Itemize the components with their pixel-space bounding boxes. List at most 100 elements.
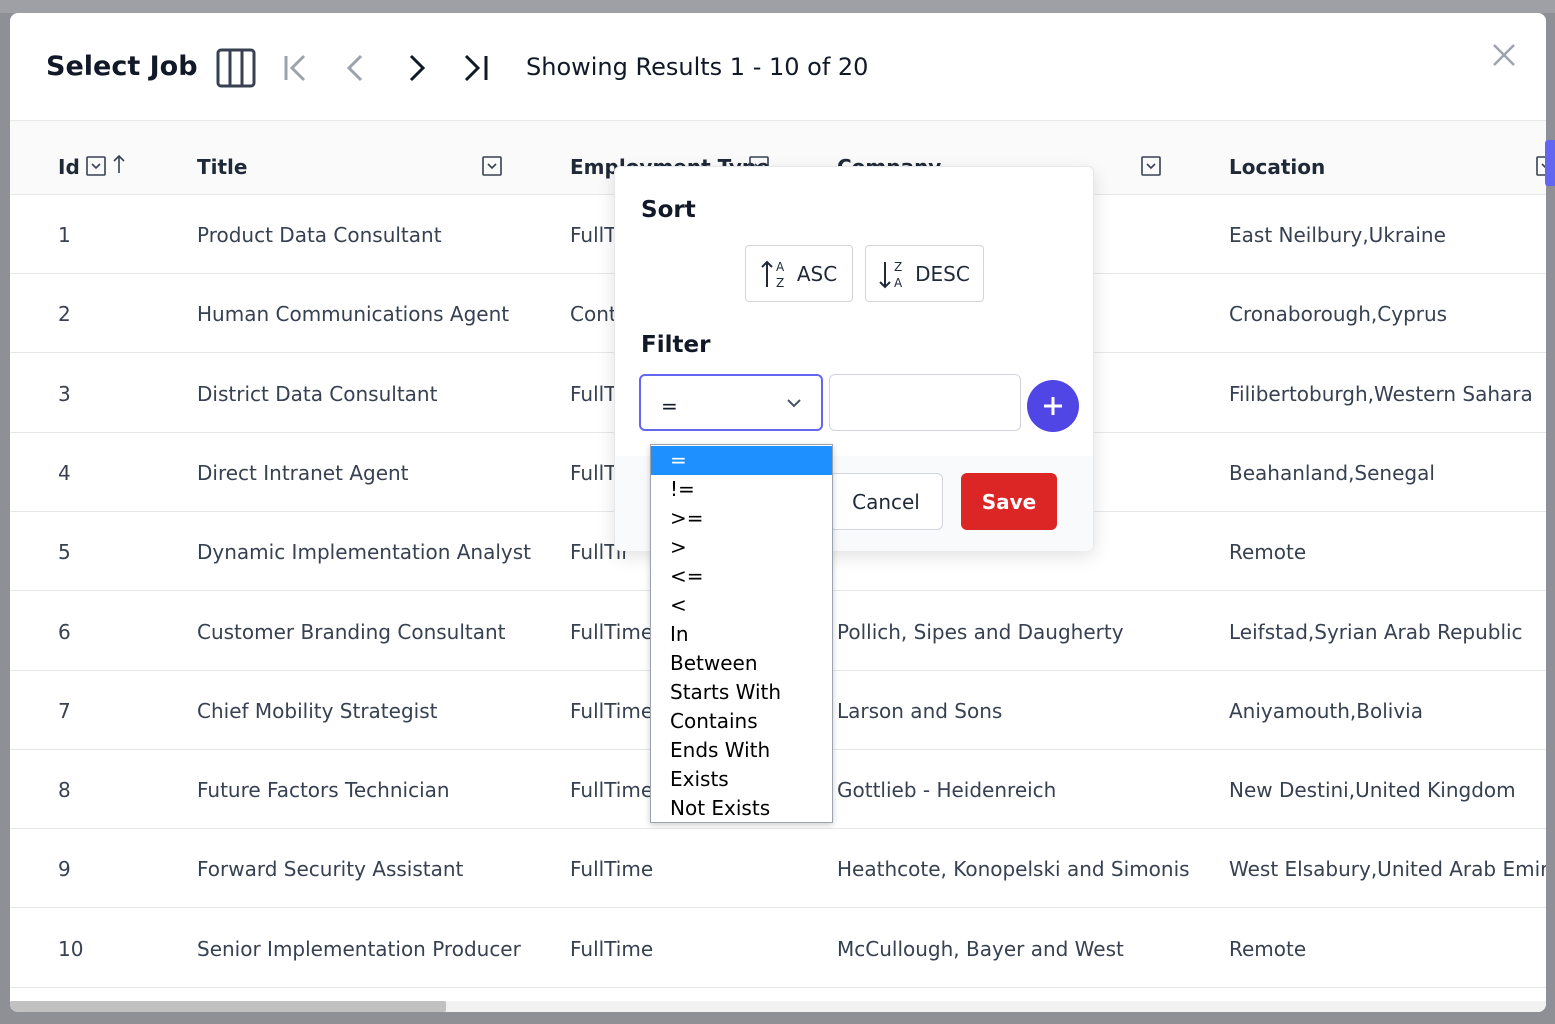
sort-up-arrow-icon[interactable] <box>112 153 126 175</box>
cell-title: Dynamic Implementation Analyst <box>197 540 531 565</box>
horizontal-scrollbar-thumb[interactable] <box>10 1001 446 1012</box>
cell-location: West Elsabury,United Arab Emirate <box>1229 857 1546 882</box>
cell-title: Human Communications Agent <box>197 302 510 327</box>
svg-text:Z: Z <box>776 276 784 290</box>
cell-id: 1 <box>58 223 71 247</box>
cancel-button[interactable]: Cancel <box>829 473 943 530</box>
cell-company: Larson and Sons <box>837 698 1003 723</box>
table-row[interactable]: 9 Forward Security Assistant FullTime Heath… <box>10 829 1546 909</box>
cell-title: Product Data Consultant <box>197 223 442 247</box>
operator-option[interactable]: Contains <box>651 707 832 736</box>
cell-id: 6 <box>58 619 71 644</box>
cell-location: Remote <box>1229 936 1307 961</box>
filter-dropdown-icon[interactable] <box>86 156 106 176</box>
sort-asc-icon: A Z <box>761 260 785 290</box>
results-count: Showing Results 1 - 10 of 20 <box>526 53 869 81</box>
cell-company: McCullough, Bayer and West <box>837 936 1124 961</box>
sort-desc-icon: Z A <box>879 260 903 290</box>
chevron-right-icon <box>409 54 426 82</box>
cell-employment-type: FullTime <box>570 698 654 723</box>
sort-label: Sort <box>641 197 696 223</box>
add-filter-button[interactable] <box>1027 380 1079 432</box>
cell-id: 3 <box>58 381 71 406</box>
sort-asc-button[interactable]: A Z ASC <box>745 245 853 302</box>
cell-title: Forward Security Assistant <box>197 857 464 882</box>
cell-id: 5 <box>58 540 71 565</box>
cell-location: Beahanland,Senegal <box>1229 460 1435 485</box>
cell-company: Heathcote, Konopelski and Simonis <box>837 857 1190 882</box>
cell-id: 9 <box>58 857 71 882</box>
filter-value-input[interactable] <box>829 374 1021 431</box>
operator-option[interactable]: Between <box>651 649 832 678</box>
prev-page-button[interactable] <box>334 47 378 89</box>
cell-title: Chief Mobility Strategist <box>197 698 438 723</box>
cell-location: Filibertoburgh,Western Sahara <box>1229 381 1533 406</box>
chevron-left-icon <box>346 54 363 82</box>
first-page-button[interactable] <box>274 47 318 89</box>
svg-text:A: A <box>776 260 785 274</box>
column-header-title[interactable]: Title <box>197 155 247 179</box>
operator-option[interactable]: = <box>651 446 832 475</box>
sort-desc-button[interactable]: Z A DESC <box>865 245 984 302</box>
operator-option[interactable]: Exists <box>651 765 832 794</box>
cell-employment-type: FullTime <box>570 778 654 803</box>
first-page-icon <box>284 54 306 82</box>
svg-text:A: A <box>894 276 903 290</box>
columns-button[interactable] <box>214 47 258 89</box>
filter-label: Filter <box>641 332 711 358</box>
last-page-icon <box>464 54 488 82</box>
operator-option[interactable]: Starts With <box>651 678 832 707</box>
cell-location: Leifstad,Syrian Arab Republic <box>1229 619 1523 644</box>
operator-option[interactable]: >= <box>651 504 832 533</box>
save-button[interactable]: Save <box>961 473 1057 530</box>
filter-operator-select[interactable]: = <box>639 374 823 431</box>
table-row[interactable]: 10 Senior Implementation Producer FullTime… <box>10 909 1546 988</box>
cell-id: 2 <box>58 302 71 327</box>
close-button[interactable] <box>1488 39 1520 71</box>
next-page-button[interactable] <box>394 47 438 89</box>
operator-option[interactable]: Ends With <box>651 736 832 765</box>
operator-option[interactable]: In <box>651 620 832 649</box>
operator-option[interactable]: Not Exists <box>651 794 832 823</box>
cell-location: New Destini,United Kingdom <box>1229 778 1516 803</box>
cell-id: 10 <box>58 936 84 961</box>
operator-option[interactable]: != <box>651 475 832 504</box>
cell-employment-type: FullTime <box>570 857 654 882</box>
filter-dropdown-icon[interactable] <box>1141 156 1161 176</box>
last-page-button[interactable] <box>454 47 498 89</box>
operator-option[interactable]: < <box>651 591 832 620</box>
cell-id: 4 <box>58 460 71 485</box>
plus-icon <box>1044 397 1062 415</box>
cell-title: Future Factors Technician <box>197 778 450 803</box>
column-header-location[interactable]: Location <box>1229 155 1325 179</box>
backdrop-accent-bar <box>1545 140 1555 186</box>
cell-location: Cronaborough,Cyprus <box>1229 302 1448 327</box>
operator-option[interactable]: <= <box>651 562 832 591</box>
cell-location: East Neilbury,Ukraine <box>1229 223 1446 247</box>
cell-title: Customer Branding Consultant <box>197 619 506 644</box>
column-header-id[interactable]: Id <box>58 155 80 179</box>
modal-title: Select Job <box>46 51 198 82</box>
cell-company: Pollich, Sipes and Daugherty <box>837 619 1124 644</box>
close-icon <box>1493 44 1515 66</box>
cell-employment-type: FullTime <box>570 936 654 961</box>
cell-title: Direct Intranet Agent <box>197 460 409 485</box>
cell-location: Aniyamouth,Bolivia <box>1229 698 1423 723</box>
sort-asc-label: ASC <box>796 261 838 286</box>
filter-dropdown-icon[interactable] <box>482 156 502 176</box>
cell-employment-type: FullTime <box>570 619 654 644</box>
cell-title: District Data Consultant <box>197 381 438 406</box>
operator-option[interactable]: > <box>651 533 832 562</box>
cell-title: Senior Implementation Producer <box>197 936 521 961</box>
columns-icon <box>216 48 256 88</box>
chevron-down-icon <box>787 399 801 408</box>
cell-location: Remote <box>1229 540 1307 565</box>
cell-id: 8 <box>58 778 71 803</box>
sort-desc-label: DESC <box>915 261 970 286</box>
modal-header: Select Job Showing Results 1 - 10 of 20 <box>10 13 1546 121</box>
svg-text:Z: Z <box>894 260 902 274</box>
filter-operator-value: = <box>661 394 678 418</box>
backdrop-strip <box>0 0 1555 13</box>
filter-operator-options: = != >= > <= < In Between Starts With Contains End… <box>650 444 833 823</box>
cell-id: 7 <box>58 698 71 723</box>
